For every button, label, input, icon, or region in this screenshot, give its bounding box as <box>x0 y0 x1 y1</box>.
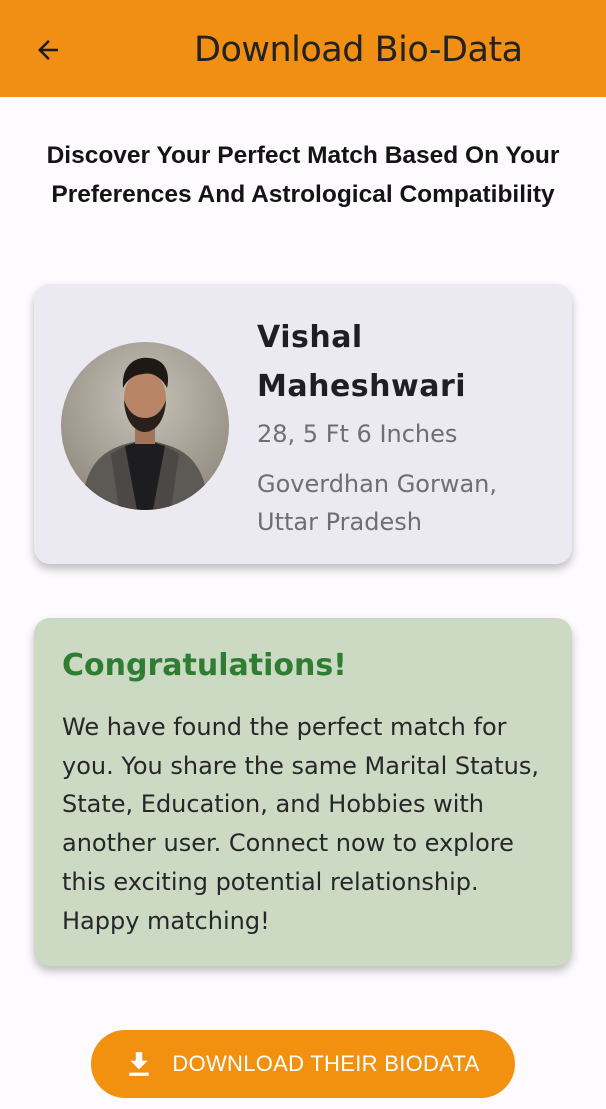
back-button[interactable] <box>22 28 74 72</box>
page-title: Download Bio-Data <box>194 30 523 70</box>
profile-location: Goverdhan Gorwan, Uttar Pradesh <box>257 470 498 536</box>
download-icon <box>129 1052 150 1076</box>
profile-name: Vishal Maheshwari <box>257 320 467 404</box>
download-biodata-button[interactable]: DOWNLOAD THEIR BIODATA <box>91 1030 515 1098</box>
congrats-title: Congratulations! <box>62 648 347 683</box>
avatar <box>61 342 229 510</box>
app-bar: Download Bio-Data <box>0 0 606 97</box>
download-button-label: DOWNLOAD THEIR BIODATA <box>172 1051 480 1076</box>
profile-age-height: 28, 5 Ft 6 Inches <box>257 420 458 448</box>
congrats-card: Congratulations! We have found the perfe… <box>34 618 572 966</box>
congrats-message: We have found the perfect match for you.… <box>62 713 539 935</box>
headline: Discover Your Perfect Match Based On You… <box>46 142 560 208</box>
profile-card[interactable]: Vishal Maheshwari 28, 5 Ft 6 Inches Gove… <box>34 284 572 564</box>
arrow-back-icon <box>38 40 58 60</box>
